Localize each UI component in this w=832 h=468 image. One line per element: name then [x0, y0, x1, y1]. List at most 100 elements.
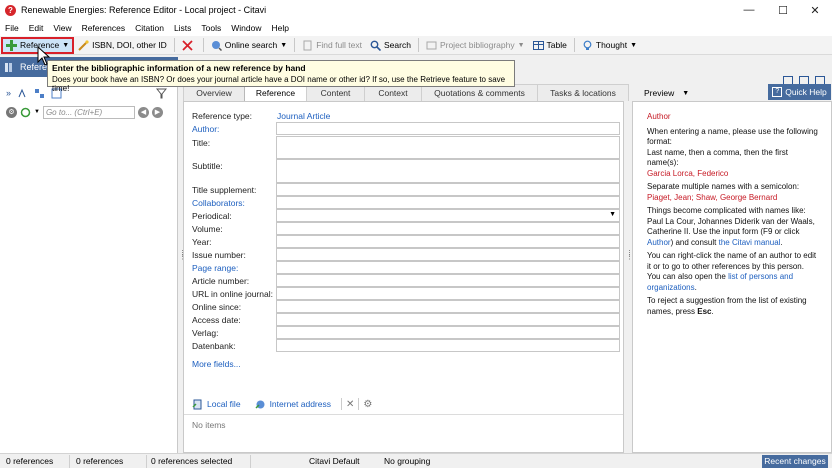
collaborators-field[interactable] — [276, 196, 620, 209]
issue-number-field[interactable] — [276, 248, 620, 261]
menu-citation[interactable]: Citation — [130, 23, 169, 33]
group-icon[interactable] — [34, 88, 45, 99]
find-full-text-button[interactable]: Find full text — [298, 37, 366, 54]
verlag-field[interactable] — [276, 326, 620, 339]
reference-type-label: Reference type: — [192, 111, 253, 121]
status-selected: 0 references selected — [147, 454, 251, 468]
reference-type-link[interactable]: Journal Article — [277, 111, 330, 121]
url-field[interactable] — [276, 287, 620, 300]
local-file-link[interactable]: Local file — [207, 399, 241, 409]
minimize-button[interactable]: — — [732, 0, 766, 20]
title-field[interactable] — [276, 136, 620, 159]
online-search-dropdown-icon[interactable]: ▼ — [280, 42, 287, 49]
verlag-label: Verlag: — [192, 328, 219, 338]
toolbar-separator — [294, 38, 296, 52]
main-toolbar: Reference ▼ ISBN, DOI, other ID Online s… — [0, 36, 832, 86]
reference-dropdown-icon[interactable]: ▼ — [62, 42, 69, 49]
expand-icon[interactable]: » — [6, 88, 11, 98]
attachments-bar: Local file Internet address ✕ ⚙ — [192, 398, 372, 410]
online-since-field[interactable] — [276, 300, 620, 313]
author-link[interactable]: Author: — [192, 124, 219, 134]
url-label: URL in online journal: — [192, 289, 273, 299]
menu-help[interactable]: Help — [267, 23, 294, 33]
year-label: Year: — [192, 237, 212, 247]
quick-help-button[interactable]: ? Quick Help — [768, 84, 831, 100]
window-title: Renewable Energies: Reference Editor - L… — [21, 5, 267, 15]
search-button[interactable]: Search — [366, 37, 415, 54]
close-window-button[interactable]: ✕ — [798, 0, 832, 20]
remove-attachment-icon[interactable]: ✕ — [346, 399, 354, 410]
menu-file[interactable]: File — [0, 23, 24, 33]
back-icon[interactable]: ◀ — [137, 106, 149, 118]
periodical-field[interactable]: ▼ — [276, 209, 620, 222]
menu-window[interactable]: Window — [226, 23, 266, 33]
table-label: Table — [546, 40, 567, 50]
datenbank-field[interactable] — [276, 339, 620, 352]
periodical-dropdown-icon[interactable]: ▼ — [609, 211, 616, 218]
forward-icon[interactable]: ▶ — [151, 106, 163, 118]
attachment-settings-icon[interactable]: ⚙ — [363, 399, 372, 410]
no-items-text: No items — [192, 420, 226, 430]
author-help-link[interactable]: Author — [647, 238, 671, 247]
thought-button[interactable]: Thought ▼ — [578, 37, 641, 54]
settings-icon[interactable]: ⚙ — [6, 106, 17, 118]
isbn-doi-label: ISBN, DOI, other ID — [92, 40, 167, 50]
thought-label: Thought — [595, 40, 628, 50]
title-supplement-field[interactable] — [276, 183, 620, 196]
online-search-button[interactable]: Online search ▼ — [207, 37, 291, 54]
tab-tasks[interactable]: Tasks & locations — [537, 84, 629, 101]
lightbulb-icon — [583, 40, 592, 50]
title-bar: ? Renewable Energies: Reference Editor -… — [0, 0, 832, 20]
refresh-dropdown-icon[interactable]: ▼ — [34, 109, 40, 115]
subtitle-label: Subtitle: — [192, 161, 223, 171]
menu-references[interactable]: References — [77, 23, 130, 33]
goto-input[interactable]: Go to... (Ctrl+E) — [42, 105, 135, 119]
article-number-field[interactable] — [276, 274, 620, 287]
project-bibliography-button[interactable]: Project bibliography ▼ — [422, 37, 529, 54]
bibliography-dropdown-icon[interactable]: ▼ — [518, 42, 525, 49]
page-range-field[interactable] — [276, 261, 620, 274]
more-fields-link[interactable]: More fields... — [192, 359, 241, 369]
sort-icon[interactable] — [17, 88, 28, 99]
status-grouping[interactable]: No grouping — [368, 455, 448, 468]
menu-bar: File Edit View References Citation Lists… — [0, 20, 832, 36]
page-range-link[interactable]: Page range: — [192, 263, 238, 273]
menu-view[interactable]: View — [48, 23, 76, 33]
volume-field[interactable] — [276, 222, 620, 235]
recent-changes-button[interactable]: Recent changes — [762, 455, 828, 468]
subtitle-field[interactable] — [276, 159, 620, 183]
table-button[interactable]: Table — [529, 37, 571, 54]
thought-dropdown-icon[interactable]: ▼ — [630, 42, 637, 49]
help-paragraph-4: You can right-click the name of an autho… — [647, 251, 817, 292]
refresh-icon[interactable] — [20, 107, 31, 118]
help-paragraph-1b: Last name, then a comma, then the first … — [647, 147, 788, 168]
quick-help-pane: Author When entering a name, please use … — [632, 101, 832, 453]
help-question-icon: ? — [772, 87, 783, 97]
preview-dropdown-icon[interactable]: ▼ — [682, 90, 689, 97]
right-splitter[interactable]: ⋮ ⋮ — [625, 57, 633, 453]
bibliography-icon — [426, 41, 437, 49]
citavi-manual-link[interactable]: the Citavi manual — [719, 238, 781, 247]
find-full-text-label: Find full text — [316, 40, 363, 50]
year-field[interactable] — [276, 235, 620, 248]
access-date-field[interactable] — [276, 313, 620, 326]
author-field[interactable] — [276, 122, 620, 135]
article-number-label: Article number: — [192, 276, 250, 286]
status-total: 0 references total — [0, 454, 70, 468]
delete-button[interactable] — [178, 37, 200, 54]
maximize-button[interactable]: ☐ — [766, 0, 800, 20]
preview-label[interactable]: Preview — [644, 88, 674, 98]
internet-address-link[interactable]: Internet address — [270, 399, 331, 409]
menu-tools[interactable]: Tools — [196, 23, 226, 33]
menu-edit[interactable]: Edit — [24, 23, 49, 33]
menu-lists[interactable]: Lists — [169, 23, 196, 33]
globe-search-icon — [211, 40, 222, 51]
periodical-label: Periodical: — [192, 211, 232, 221]
status-citation-style[interactable]: Citavi Default Style — [251, 455, 368, 468]
toolbar-separator — [573, 38, 575, 52]
project-bibliography-label: Project bibliography — [439, 40, 515, 50]
attach-separator — [358, 398, 360, 410]
citavi-app-icon: ? — [5, 4, 16, 16]
collaborators-link[interactable]: Collaborators: — [192, 198, 245, 208]
isbn-doi-button[interactable]: ISBN, DOI, other ID — [74, 37, 171, 54]
